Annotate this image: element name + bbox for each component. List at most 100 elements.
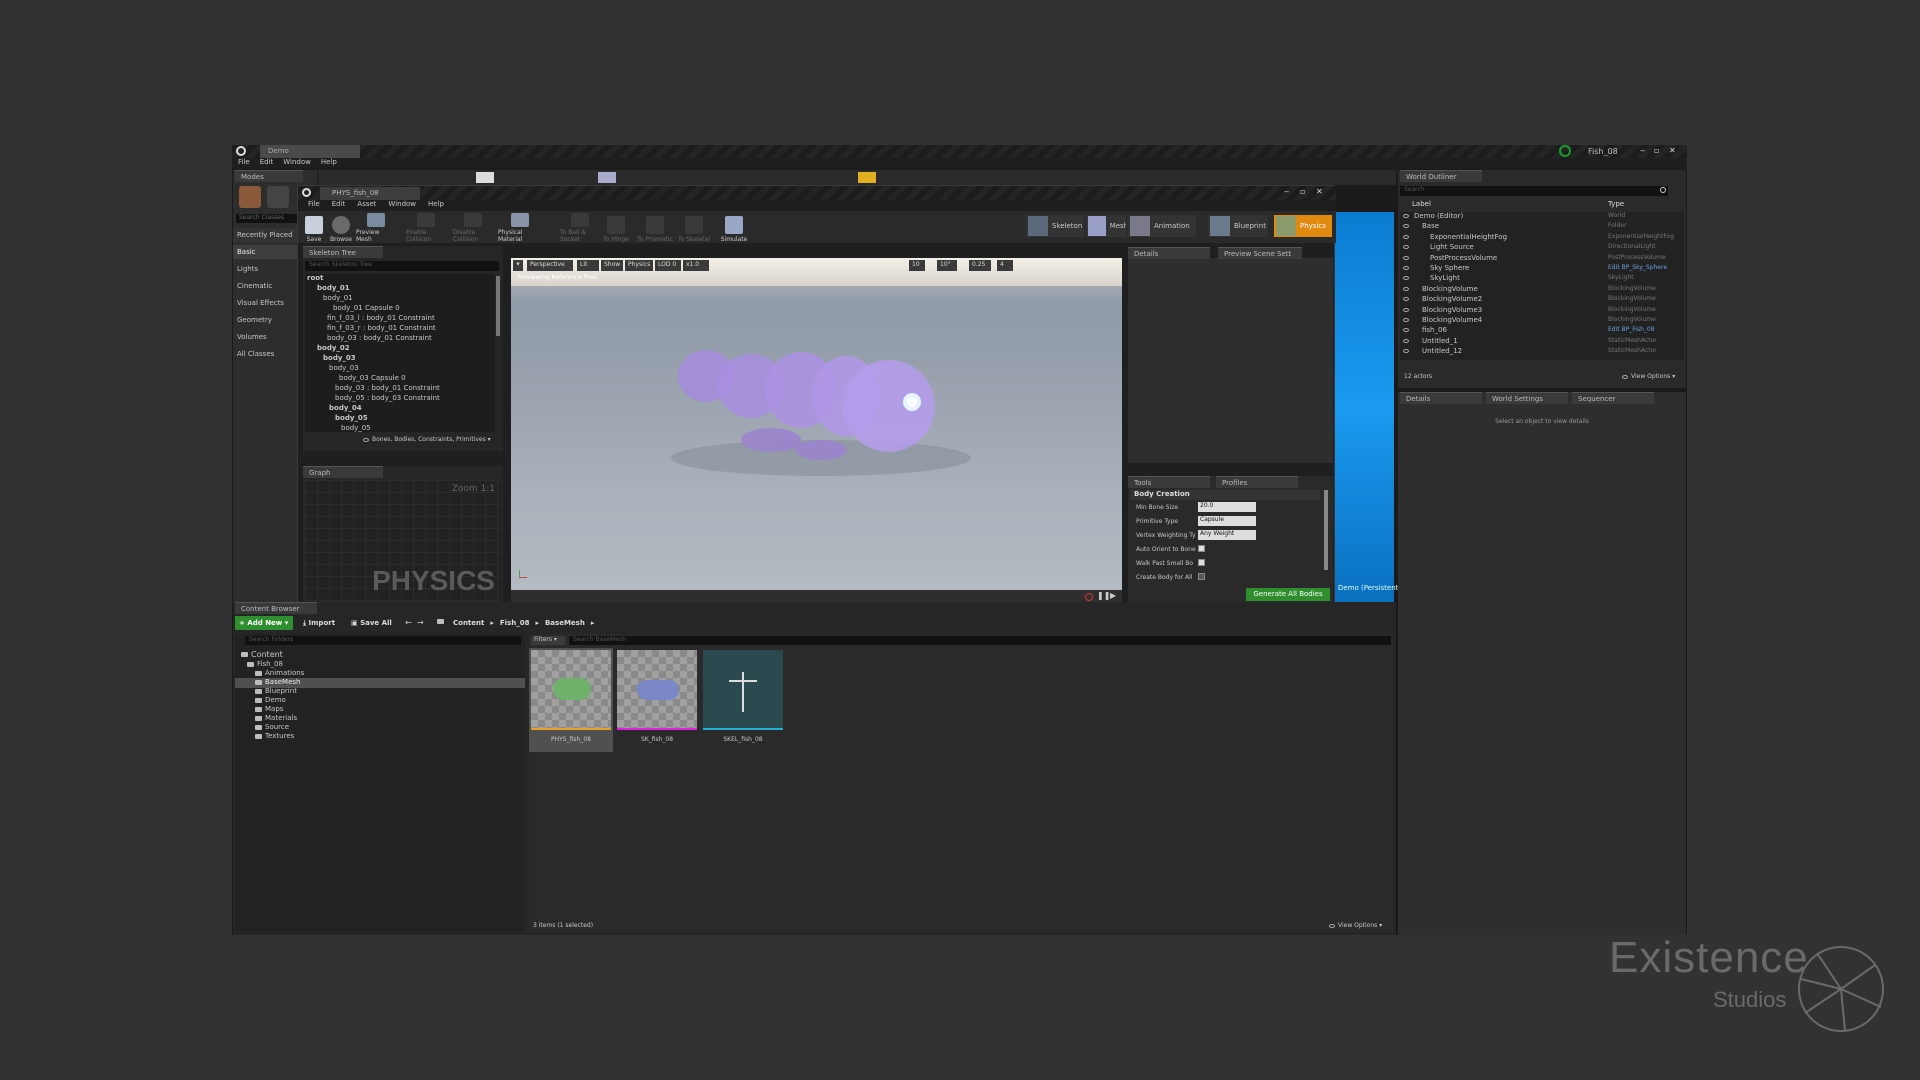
phat-menu-window[interactable]: Window [388, 200, 416, 211]
browse-button[interactable]: Browse [328, 213, 354, 243]
phat-menu-file[interactable]: File [308, 200, 320, 211]
visibility-eye-icon[interactable] [1403, 245, 1409, 250]
auto-orient-checkbox[interactable] [1198, 545, 1205, 552]
menu-window[interactable]: Window [283, 158, 311, 169]
save-button[interactable]: Save [301, 213, 327, 243]
phat-maximize-button[interactable]: ▫ [1300, 187, 1305, 196]
details-tab[interactable]: Details [1400, 392, 1482, 404]
tree-scrollbar[interactable] [496, 276, 500, 336]
simulate-button[interactable]: Simulate [718, 213, 750, 243]
tree-bone[interactable]: body_05 [305, 414, 495, 424]
tree-constraint[interactable]: fin_f_03_l : body_01 Constraint [305, 314, 495, 324]
preview-mesh-button[interactable]: Preview Mesh [356, 213, 396, 243]
speed-button[interactable]: x1.0 [683, 260, 709, 271]
tools-tab[interactable]: Tools [1128, 476, 1210, 488]
camera-speed-value[interactable]: 4 [997, 260, 1013, 271]
tree-body[interactable]: body_03 [305, 364, 495, 374]
rotation-snap-value[interactable]: 10° [937, 260, 957, 271]
perspective-button[interactable]: Perspective [527, 260, 573, 271]
tree-filter-dropdown[interactable]: Bones, Bodies, Constraints, Primitives ▾ [363, 436, 491, 443]
visibility-eye-icon[interactable] [1403, 318, 1409, 322]
asset-view-options[interactable]: View Options ▾ [1329, 922, 1382, 929]
visibility-eye-icon[interactable] [1403, 234, 1409, 239]
outliner-row[interactable]: Light Source DirectionalLight [1400, 243, 1684, 253]
toolbar-save-icon[interactable] [476, 172, 494, 183]
physics-view-button[interactable]: Physics [625, 260, 653, 271]
skeleton-tree-tab[interactable]: Skeleton Tree [303, 246, 383, 258]
outliner-row[interactable]: SkyLight SkyLight [1400, 274, 1684, 284]
outliner-row[interactable]: BlockingVolume2 BlockingVolume [1400, 295, 1684, 305]
tree-primitive[interactable]: body_01 Capsule 0 [305, 304, 495, 314]
to-skeletal-button[interactable]: To Skeletal [676, 213, 712, 243]
tree-primitive[interactable]: body_03 Capsule 0 [305, 374, 495, 384]
level-tab[interactable]: Demo [260, 145, 360, 158]
menu-help[interactable]: Help [321, 158, 337, 169]
tree-bone[interactable]: body_04 [305, 404, 495, 414]
minimize-button[interactable]: ‒ [1640, 146, 1645, 155]
phat-close-button[interactable]: ✕ [1316, 187, 1323, 196]
enable-collision-button[interactable]: Enable Collision [406, 213, 446, 243]
asset-tile[interactable]: SKEL_fish_08 [701, 648, 785, 752]
outliner-row[interactable]: BlockingVolume3 BlockingVolume [1400, 306, 1684, 316]
tree-constraint[interactable]: body_03 : body_01 Constraint [305, 384, 495, 394]
visibility-eye-icon[interactable] [1403, 328, 1409, 333]
viewport-options-button[interactable]: ▾ [513, 260, 523, 271]
asset-search-input[interactable]: Search BaseMesh [569, 636, 1391, 645]
visibility-eye-icon[interactable] [1403, 307, 1409, 312]
toolbar-content-icon[interactable] [598, 172, 616, 183]
world-outliner-tab[interactable]: World Outliner [1400, 170, 1482, 182]
outliner-row[interactable]: fish_06 Edit BP_Fish_08 [1400, 326, 1684, 336]
tree-bone[interactable]: body_01 [305, 284, 495, 294]
folder-item[interactable]: Textures [235, 732, 525, 742]
mode-blueprint-button[interactable]: Blueprint [1208, 215, 1268, 237]
outliner-type-header[interactable]: Type [1608, 200, 1624, 208]
phat-viewport[interactable]: ▾ Perspective Lit Show Physics LOD 0 x1.… [511, 258, 1122, 590]
graph-canvas[interactable]: Zoom 1:1 PHYSICS [305, 480, 501, 601]
tree-constraint[interactable]: fin_f_03_r : body_01 Constraint [305, 324, 495, 334]
outliner-search-input[interactable]: Search [1400, 186, 1668, 196]
outliner-view-options[interactable]: View Options ▾ [1622, 373, 1675, 380]
breadcrumb-item[interactable]: BaseMesh [545, 619, 585, 627]
to-prismatic-button[interactable]: To Prismatic [636, 213, 674, 243]
source-control-icon[interactable] [1559, 145, 1571, 157]
save-all-button[interactable]: ▣ Save All [351, 619, 392, 627]
filters-button[interactable]: Filters ▾ [531, 636, 565, 645]
walk-past-small-checkbox[interactable] [1198, 559, 1205, 566]
level-viewport[interactable]: Demo (Persistent) [1334, 212, 1401, 602]
outliner-row[interactable]: Base Folder [1400, 222, 1684, 232]
menu-edit[interactable]: Edit [260, 158, 274, 169]
outliner-row[interactable]: PostProcessVolume PostProcessVolume [1400, 254, 1684, 264]
to-ball-socket-button[interactable]: To Ball & Socket [560, 213, 600, 243]
outliner-type[interactable]: Edit BP_Sky_Sphere [1608, 264, 1667, 271]
outliner-row[interactable]: Demo (Editor) World [1400, 212, 1684, 222]
tree-constraint[interactable]: body_05 : body_03 Constraint [305, 394, 495, 404]
toolbar-build-icon[interactable] [858, 172, 876, 183]
outliner-label-header[interactable]: Label [1412, 200, 1532, 208]
sequencer-tab[interactable]: Sequencer [1572, 392, 1654, 404]
visibility-eye-icon[interactable] [1403, 349, 1409, 354]
show-button[interactable]: Show [601, 260, 623, 271]
disable-collision-button[interactable]: Disable Collision [453, 213, 493, 243]
outliner-type[interactable]: Edit BP_Fish_08 [1608, 326, 1655, 333]
grid-snap-value[interactable]: 10 [909, 260, 925, 271]
graph-tab[interactable]: Graph [303, 466, 383, 478]
visibility-eye-icon[interactable] [1403, 276, 1409, 281]
history-forward-button[interactable]: → [417, 618, 424, 627]
place-mode-icon[interactable] [239, 186, 261, 208]
vertex-weighting-select[interactable]: Any Weight [1198, 530, 1256, 540]
add-new-button[interactable]: + Add New ▾ [235, 616, 293, 630]
skeleton-search-input[interactable]: Search Skeleton Tree [305, 261, 499, 271]
phat-asset-tab[interactable]: PHYS_fish_08 [320, 187, 420, 200]
paint-mode-icon[interactable] [267, 186, 289, 208]
close-button[interactable]: ✕ [1669, 146, 1676, 155]
tree-body[interactable]: body_01 [305, 294, 495, 304]
breadcrumb-item[interactable]: Content [453, 619, 484, 627]
asset-tile[interactable]: SK_fish_08 [615, 648, 699, 752]
content-browser-tab[interactable]: Content Browser [235, 602, 317, 614]
tree-body[interactable]: body_05 [305, 424, 495, 432]
tools-scrollbar[interactable] [1324, 490, 1328, 570]
world-settings-tab[interactable]: World Settings [1486, 392, 1568, 404]
visibility-eye-icon[interactable] [1403, 224, 1409, 229]
preview-scene-tab[interactable]: Preview Scene Sett [1218, 247, 1302, 259]
phat-menu-edit[interactable]: Edit [332, 200, 346, 211]
